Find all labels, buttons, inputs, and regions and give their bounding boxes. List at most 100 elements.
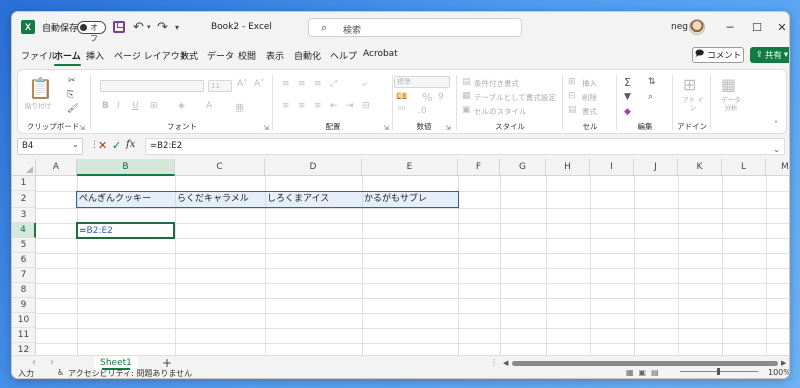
clipboard-launcher-icon[interactable]: ⇲ — [79, 124, 85, 132]
sort-filter-icon[interactable]: ⇅ — [648, 77, 656, 87]
align-center-icon[interactable]: ≡ — [298, 101, 306, 111]
cancel-icon[interactable]: ✕ — [98, 139, 107, 152]
addins-icon[interactable]: ⊞ — [683, 75, 696, 94]
tab-page-layout[interactable]: ページ レイアウト — [114, 49, 189, 62]
view-buttons[interactable]: ▦▣▤ — [626, 368, 664, 377]
font-family-combo[interactable] — [100, 80, 204, 92]
horizontal-scrollbar[interactable] — [512, 361, 778, 366]
cut-icon[interactable]: ✂ — [68, 76, 76, 86]
prev-sheet-icon[interactable]: ‹ — [32, 357, 36, 368]
column-header-b[interactable]: B — [77, 159, 175, 176]
decrease-decimal-icon[interactable]: .0 — [418, 106, 427, 116]
avatar[interactable] — [689, 19, 705, 35]
column-header-m[interactable]: M — [766, 159, 789, 176]
format-as-table-button[interactable]: テーブルとして書式設定 — [474, 92, 556, 103]
name-box-dropdown-icon[interactable]: ⌄ — [72, 140, 79, 149]
autosave-toggle[interactable]: オフ — [77, 21, 106, 43]
column-header-l[interactable]: L — [722, 159, 766, 176]
row-header-4[interactable]: 4 — [12, 223, 36, 238]
undo-icon[interactable]: ↶ — [133, 12, 144, 42]
insert-cells-button[interactable]: 挿入 — [582, 78, 597, 89]
format-cells-button[interactable]: 書式 — [582, 106, 597, 117]
number-launcher-icon[interactable]: ⇲ — [445, 124, 451, 132]
tab-help[interactable]: ヘルプ — [330, 49, 357, 62]
row-header-8[interactable]: 8 — [12, 283, 36, 298]
close-button[interactable]: ✕ — [767, 12, 789, 42]
border-icon[interactable]: ⊞ — [150, 101, 158, 111]
conditional-format-button[interactable]: 条件付き書式 — [474, 78, 519, 89]
column-header-a[interactable]: A — [36, 159, 77, 176]
format-painter-icon[interactable]: 🖌 — [67, 104, 78, 114]
align-bottom-icon[interactable]: ≡ — [314, 79, 322, 89]
delete-cells-button[interactable]: 削除 — [582, 92, 597, 103]
font-color-icon[interactable]: A — [206, 101, 212, 111]
wrap-text-icon[interactable]: ⤶ — [362, 79, 367, 89]
addins-button[interactable]: アド イン — [680, 96, 706, 112]
insert-function-button[interactable]: fx — [126, 139, 135, 150]
currency-icon[interactable]: 💴 — [396, 92, 407, 102]
column-header-d[interactable]: D — [265, 159, 362, 176]
scroll-right-icon[interactable]: ▶ — [781, 359, 786, 367]
zoom-slider-handle[interactable] — [717, 368, 720, 375]
fill-icon[interactable]: ▼ — [624, 92, 631, 102]
font-launcher-icon[interactable]: ⇲ — [263, 124, 269, 132]
row-header-3[interactable]: 3 — [12, 208, 36, 223]
minimize-button[interactable]: ─ — [715, 12, 745, 42]
tab-data[interactable]: データ — [207, 49, 234, 62]
cell-b2[interactable]: ぺんぎんクッキー — [79, 192, 151, 207]
tab-review[interactable]: 校閲 — [238, 49, 256, 62]
paste-label[interactable]: 貼り付け — [25, 100, 51, 110]
column-header-h[interactable]: H — [546, 159, 590, 176]
alignment-launcher-icon[interactable]: ⇲ — [383, 124, 389, 132]
font-shrink-icon[interactable]: A˅ — [254, 79, 265, 89]
align-top-icon[interactable]: ≡ — [282, 79, 290, 89]
copy-icon[interactable]: ⎘ — [67, 90, 74, 100]
font-grow-icon[interactable]: A˄ — [237, 79, 248, 89]
clear-icon[interactable]: ◆ — [624, 107, 631, 117]
indent-icon[interactable]: ⇤ — [330, 101, 338, 111]
row-header-1[interactable]: 1 — [12, 176, 36, 191]
underline-button[interactable]: U — [132, 101, 139, 111]
column-header-i[interactable]: I — [590, 159, 634, 176]
row-header-7[interactable]: 7 — [12, 268, 36, 283]
fill-color-icon[interactable]: ◈ — [178, 101, 185, 111]
outdent-icon[interactable]: ⇥ — [346, 101, 354, 111]
row-header-2[interactable]: 2 — [12, 191, 36, 208]
merge-icon[interactable]: ⊟ — [362, 101, 370, 111]
select-all-button[interactable] — [12, 159, 36, 176]
search-box[interactable]: ⌕ 検索 — [308, 18, 522, 37]
quick-access-more-icon[interactable]: ▾ — [175, 12, 179, 42]
tab-formulas[interactable]: 数式 — [180, 49, 198, 62]
enter-icon[interactable]: ✓ — [112, 139, 121, 152]
comment-button[interactable]: 🗩 コメント — [692, 47, 744, 63]
row-header-6[interactable]: 6 — [12, 253, 36, 268]
bold-button[interactable]: B — [102, 101, 109, 111]
increase-decimal-icon[interactable]: ⁰⁰ — [398, 106, 405, 116]
undo-dropdown-icon[interactable]: ▾ — [147, 12, 151, 42]
collapse-ribbon-icon[interactable]: ˄ — [774, 120, 778, 129]
find-icon[interactable]: ⌕ — [648, 92, 653, 102]
save-icon[interactable] — [113, 21, 125, 33]
cell-editor[interactable]: =B2:E2 — [79, 224, 113, 238]
number-format-combo[interactable]: 標準 — [394, 76, 450, 88]
redo-icon[interactable]: ↷ — [157, 12, 168, 42]
tab-automate[interactable]: 自動化 — [294, 49, 321, 62]
accessibility-status[interactable]: アクセシビリティ: 問題ありません — [68, 368, 192, 378]
share-button[interactable]: ⇪ 共有 ▾ — [750, 47, 789, 63]
align-middle-icon[interactable]: ≡ — [298, 79, 306, 89]
user-name[interactable]: neg — [671, 12, 688, 42]
cell-e2[interactable]: かるがもサブレ — [364, 192, 427, 207]
tab-home[interactable]: ホーム — [54, 49, 81, 66]
column-header-j[interactable]: J — [634, 159, 678, 176]
row-header-10[interactable]: 10 — [12, 313, 36, 328]
active-cell-b4[interactable]: =B2:E2 — [76, 222, 175, 239]
expand-formula-icon[interactable]: ⌄ — [773, 142, 780, 157]
row-header-5[interactable]: 5 — [12, 238, 36, 253]
align-left-icon[interactable]: ≡ — [282, 101, 290, 111]
spreadsheet-grid[interactable]: A B C D E F G H I J K L M 1 2 3 4 5 6 7 … — [12, 159, 789, 355]
tab-insert[interactable]: 挿入 — [86, 49, 104, 62]
data-analysis-button[interactable]: データ 分析 — [718, 96, 744, 112]
formula-input[interactable]: =B2:E2 ⌄ — [145, 138, 785, 155]
percent-icon[interactable]: % — [422, 91, 432, 104]
column-header-c[interactable]: C — [175, 159, 265, 176]
